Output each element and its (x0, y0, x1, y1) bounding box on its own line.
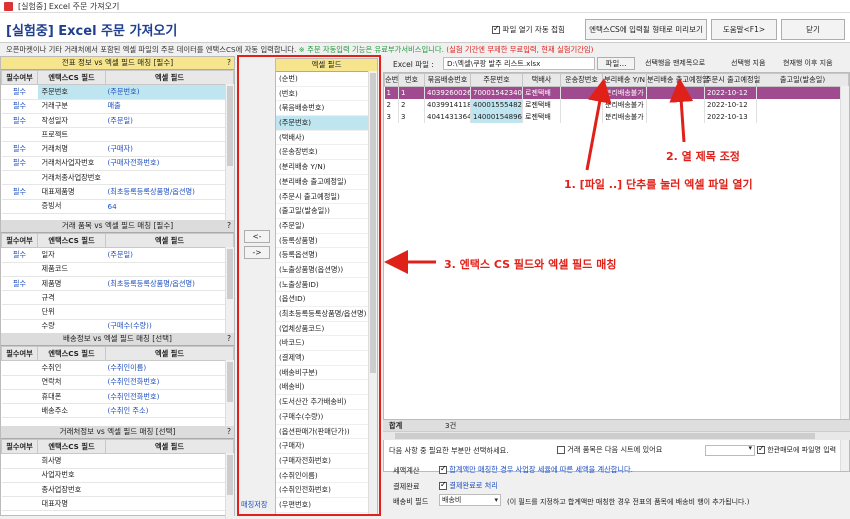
annotation-open-file: 1. [파일 ..] 단추를 눌러 엑셀 파일 열기 (564, 178, 753, 191)
arrow-to-column-header (669, 78, 694, 143)
annotation-layer (384, 78, 694, 274)
annotation-column-title: 2. 열 제목 조정 (666, 150, 740, 163)
annotation-field-matching: 3. 엔택스 CS 필드와 엑셀 필드 매칭 (444, 258, 617, 271)
arrow-to-file-button (585, 78, 612, 171)
